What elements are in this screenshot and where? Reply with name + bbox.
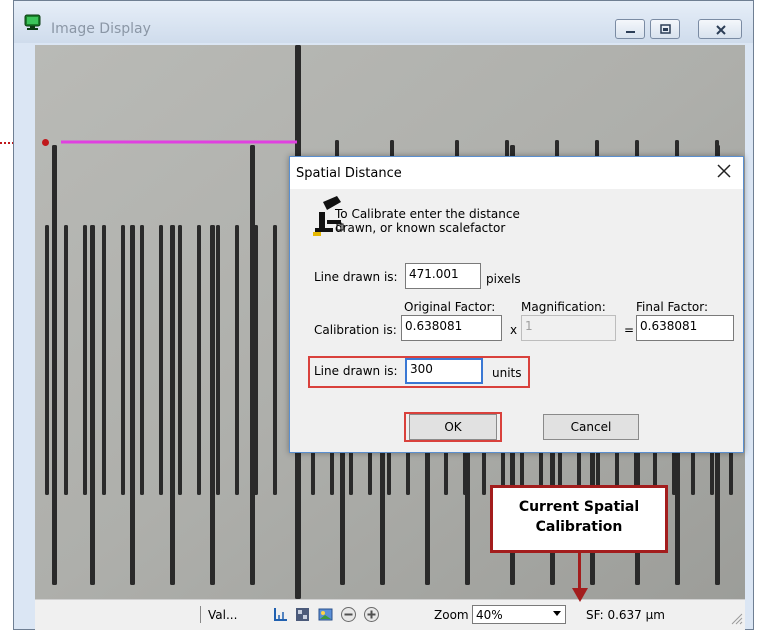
ok-button[interactable]: OK	[409, 414, 497, 440]
original-factor-field[interactable]: 0.638081	[401, 315, 502, 341]
zoom-out-icon[interactable]	[340, 606, 357, 623]
pixels-label: pixels	[486, 272, 521, 286]
cancel-button[interactable]: Cancel	[543, 414, 639, 440]
spatial-calibration-callout: Current Spatial Calibration	[490, 485, 668, 553]
window-close-button[interactable]	[698, 19, 742, 39]
units-label: units	[492, 366, 522, 380]
calibration-label: Calibration is:	[314, 323, 397, 337]
dialog-titlebar[interactable]: Spatial Distance	[290, 157, 743, 189]
zoom-value: 40%	[476, 608, 503, 622]
resize-grip-icon[interactable]	[731, 613, 743, 628]
magnification-label: Magnification:	[521, 300, 606, 314]
callout-arrow-head	[572, 588, 588, 602]
callout-line2: Calibration	[535, 519, 623, 535]
spatial-distance-dialog: Spatial Distance To Calibrate enter the …	[289, 156, 744, 453]
zoom-select[interactable]: 40%	[472, 605, 566, 624]
minimize-button[interactable]	[615, 19, 645, 39]
equals-sign: =	[624, 323, 635, 337]
dialog-message-line1: To Calibrate enter the distance	[335, 207, 520, 221]
status-value[interactable]: Val...	[208, 608, 237, 622]
dialog-message: To Calibrate enter the distance drawn, o…	[335, 207, 520, 235]
chevron-down-icon	[553, 611, 561, 616]
zoom-label: Zoom	[434, 608, 469, 622]
multiply-sign: x	[510, 323, 518, 337]
zoom-in-icon[interactable]	[363, 606, 380, 623]
dialog-close-icon[interactable]	[716, 163, 732, 179]
annotation-dot	[42, 139, 49, 146]
measure-icon[interactable]	[272, 606, 289, 623]
status-separator	[200, 606, 201, 623]
window-titlebar[interactable]: Image Display	[14, 1, 753, 43]
units-line-drawn-label: Line drawn is:	[314, 364, 398, 378]
status-bar: Val... Zoom 40% SF: 0.637 µm	[35, 599, 745, 630]
monitor-icon	[24, 14, 41, 31]
callout-line1: Current Spatial	[518, 499, 640, 515]
calibration-icon[interactable]	[294, 606, 311, 623]
line-drawn-label: Line drawn is:	[314, 270, 398, 284]
units-input[interactable]: 300	[405, 358, 483, 384]
image-icon[interactable]	[317, 606, 334, 623]
line-drawn-pixels-field[interactable]: 471.001	[405, 263, 481, 289]
spatial-factor-readout: SF: 0.637 µm	[586, 608, 665, 622]
magnification-field: 1	[521, 315, 616, 341]
final-factor-field[interactable]: 0.638081	[636, 315, 734, 341]
maximize-button[interactable]	[650, 19, 680, 39]
original-factor-label: Original Factor:	[404, 300, 496, 314]
callout-arrow-shaft	[578, 553, 581, 589]
final-factor-label: Final Factor:	[636, 300, 709, 314]
dialog-message-line2: drawn, or known scalefactor	[335, 221, 506, 235]
window-title: Image Display	[51, 21, 151, 37]
dialog-title: Spatial Distance	[296, 166, 402, 181]
